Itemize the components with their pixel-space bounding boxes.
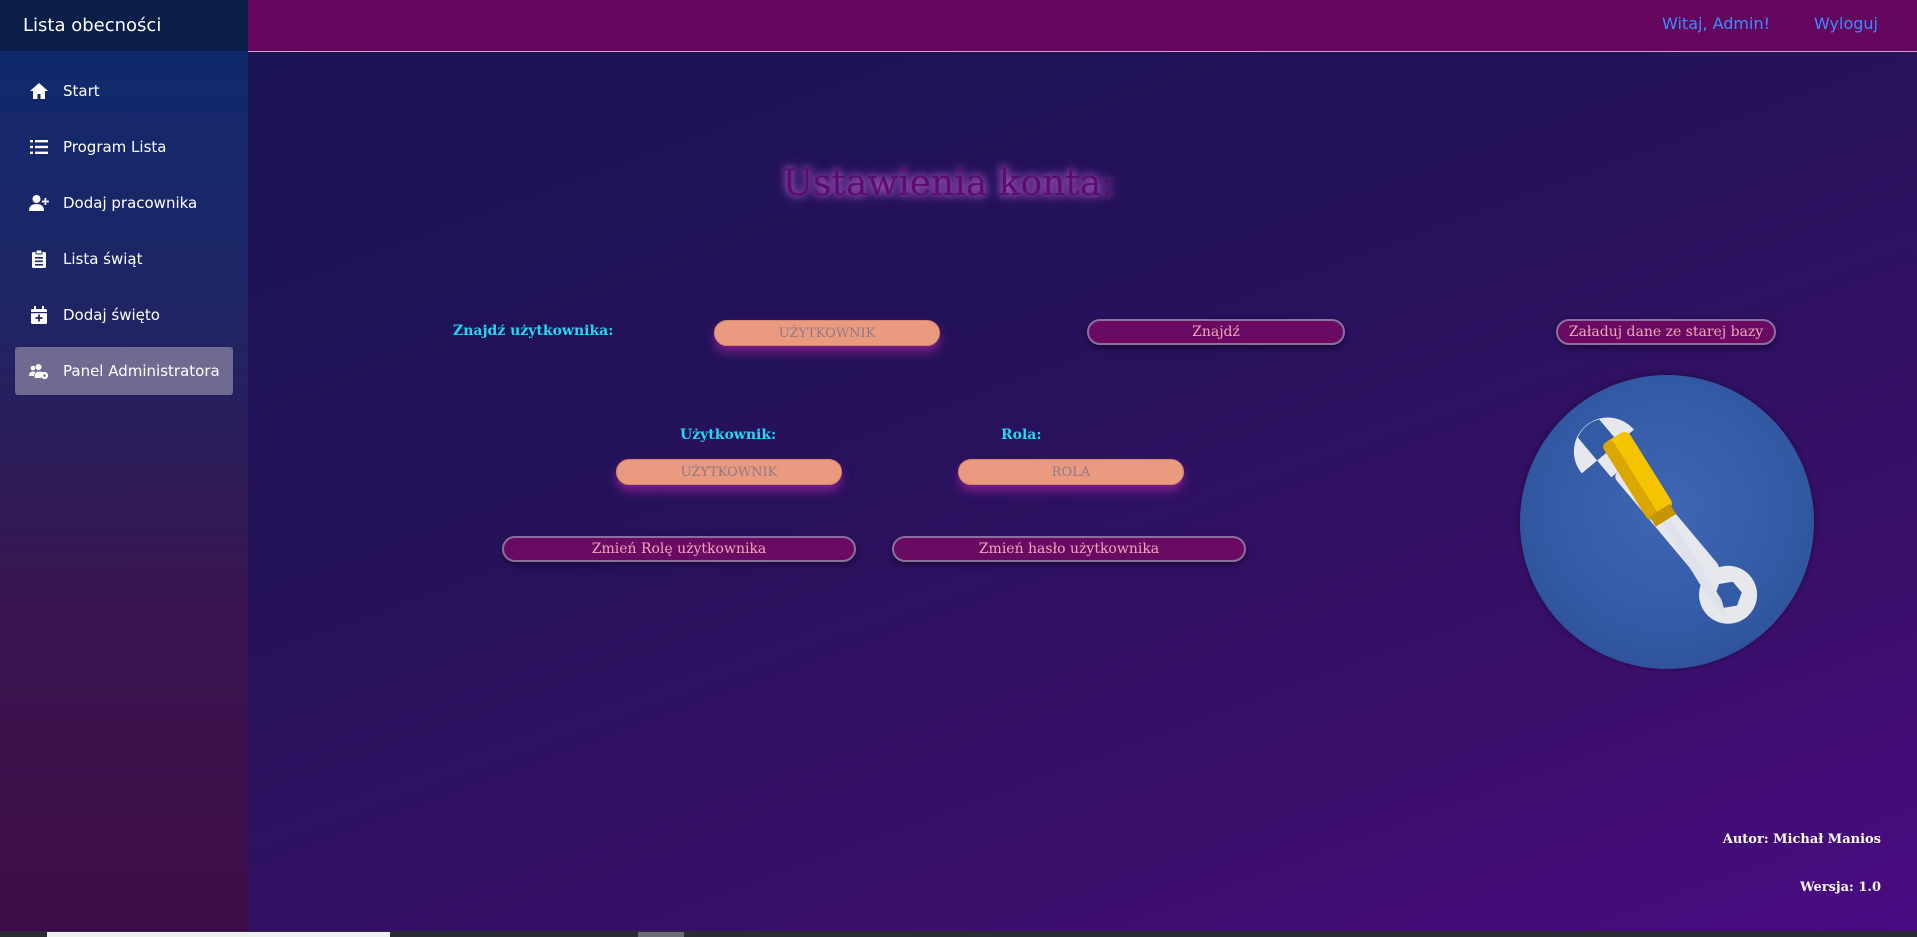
change-password-button[interactable]: Zmień hasło użytkownika	[892, 536, 1246, 562]
sidebar-item-dodaj-pracownika[interactable]: Dodaj pracownika	[15, 179, 233, 227]
sidebar-item-label: Panel Administratora	[63, 362, 220, 380]
version-text: Wersja: 1.0	[1799, 880, 1881, 895]
sidebar-item-label: Dodaj święto	[63, 306, 160, 324]
sidebar-item-label: Dodaj pracownika	[63, 194, 198, 212]
sidebar-item-lista-swiat[interactable]: Lista świąt	[15, 235, 233, 283]
scrollbar-marker	[638, 932, 684, 937]
author-text: Autor: Michał Manios	[1722, 832, 1881, 847]
greeting-link[interactable]: Witaj, Admin!	[1662, 14, 1770, 33]
load-old-data-button[interactable]: Załaduj dane ze starej bazy	[1556, 319, 1776, 345]
clipboard-icon	[29, 249, 49, 269]
page-title: Ustawienia konta:	[782, 163, 1114, 204]
users-cog-icon	[29, 361, 49, 381]
change-role-button[interactable]: Zmień Rolę użytkownika	[502, 536, 856, 562]
calendar-plus-icon	[29, 305, 49, 325]
user-label: Użytkownik:	[680, 427, 777, 443]
user-plus-icon	[29, 193, 49, 213]
app-title: Lista obecności	[0, 0, 248, 51]
sidebar-item-start[interactable]: Start	[15, 67, 233, 115]
find-user-input[interactable]: UŻYTKOWNIK	[714, 320, 940, 346]
horizontal-scrollbar[interactable]	[0, 931, 1917, 937]
find-button[interactable]: Znajdź	[1087, 319, 1345, 345]
scrollbar-thumb[interactable]	[47, 932, 390, 937]
find-user-label: Znajdź użytkownika:	[453, 323, 614, 339]
sidebar-item-label: Lista świąt	[63, 250, 143, 268]
user-input[interactable]: UŻYTKOWNIK	[616, 459, 842, 485]
role-input[interactable]: ROLA	[958, 459, 1184, 485]
top-bar: Witaj, Admin! Wyloguj	[248, 0, 1917, 52]
sidebar-item-program-lista[interactable]: Program Lista	[15, 123, 233, 171]
sidebar-item-label: Start	[63, 82, 100, 100]
sidebar-item-label: Program Lista	[63, 138, 167, 156]
home-icon	[29, 81, 49, 101]
sidebar-item-dodaj-swieto[interactable]: Dodaj święto	[15, 291, 233, 339]
sidebar-item-panel-administratora[interactable]: Panel Administratora	[15, 347, 233, 395]
sidebar: Lista obecności Start Program Lista Doda…	[0, 0, 248, 937]
tools-icon	[1520, 375, 1814, 669]
list-icon	[29, 137, 49, 157]
role-label: Rola:	[1001, 427, 1042, 443]
main-content: Witaj, Admin! Wyloguj Ustawienia konta: …	[248, 0, 1917, 937]
logout-link[interactable]: Wyloguj	[1814, 14, 1878, 33]
